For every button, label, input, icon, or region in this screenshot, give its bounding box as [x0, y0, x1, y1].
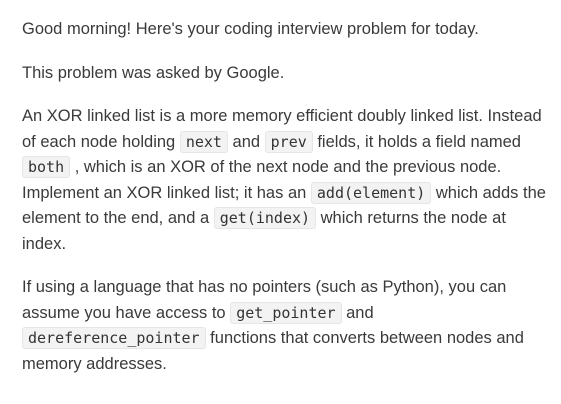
- code-both: both: [22, 156, 71, 178]
- code-get-pointer: get_pointer: [230, 301, 342, 324]
- code-add-element: add(element): [310, 181, 432, 204]
- problem-text-2: and: [227, 132, 265, 151]
- code-dereference-pointer: dereference_pointer: [22, 327, 206, 349]
- problem-text-3: fields, it holds a field named: [312, 132, 521, 151]
- greeting-text: Good morning! Here's your coding intervi…: [22, 20, 479, 38]
- source-text: This problem was asked by Google.: [22, 63, 285, 82]
- pointer-note: If using a language that has no pointers…: [22, 275, 551, 377]
- problem-description: An XOR linked list is a more memory effi…: [22, 104, 551, 257]
- code-get-index: get(index): [213, 207, 317, 229]
- email-body: Good morning! Here's your coding intervi…: [0, 0, 561, 377]
- code-prev: prev: [264, 130, 313, 153]
- code-next: next: [179, 130, 228, 153]
- note-text-2: and: [341, 303, 374, 322]
